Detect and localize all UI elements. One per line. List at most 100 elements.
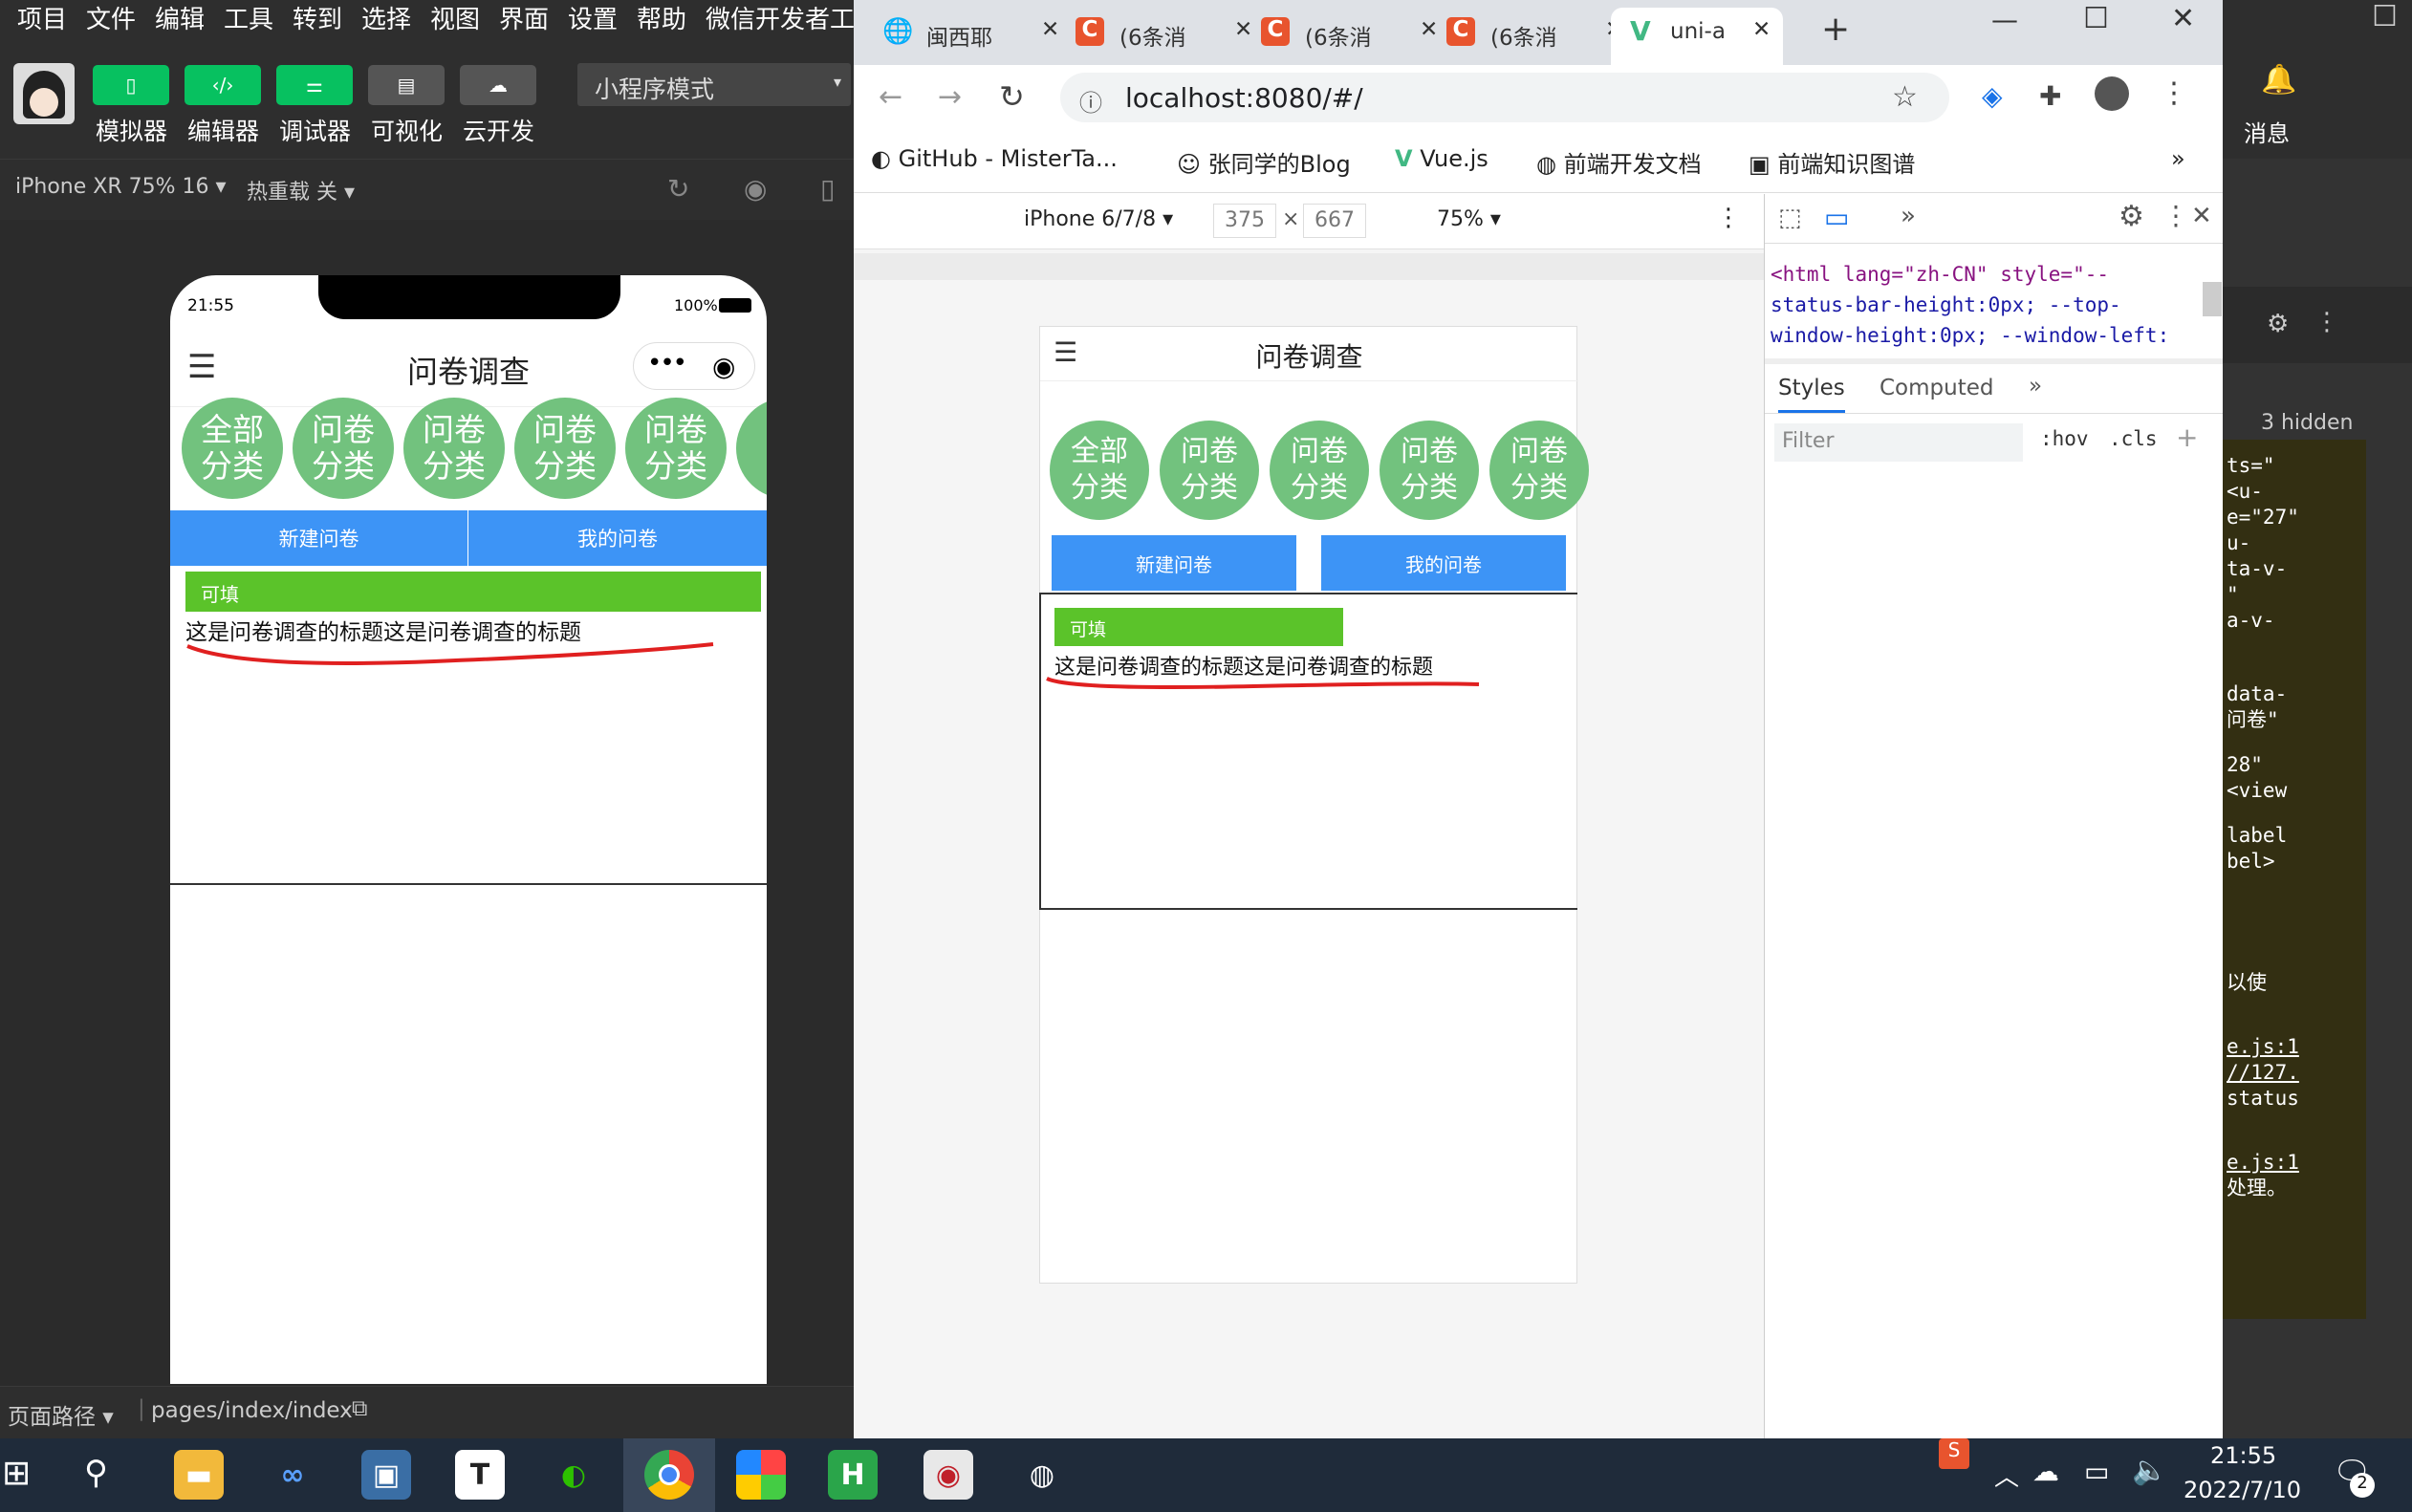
menu-tools[interactable]: 工具	[224, 0, 273, 35]
category-item[interactable]: 问卷 分类	[1160, 421, 1259, 520]
category-item[interactable]: 问卷 分类	[625, 398, 727, 499]
category-item[interactable]: 问卷 分类	[293, 398, 394, 499]
new-survey-button[interactable]: 新建问卷	[170, 510, 467, 566]
profile-icon[interactable]	[2095, 76, 2129, 111]
close-target-icon[interactable]: ◉	[712, 351, 735, 382]
inspect-icon[interactable]: ⬚	[1778, 204, 1802, 232]
tab-1[interactable]: 🌐 闽西耶 ✕	[882, 8, 1064, 65]
menu-file[interactable]: 文件	[86, 0, 136, 35]
simulator-button[interactable]: ▯	[93, 65, 169, 105]
extension-layers-icon[interactable]: ◈	[1982, 80, 2003, 112]
chevron-right-icon[interactable]: »	[2171, 145, 2185, 172]
my-survey-button[interactable]: 我的问卷	[1321, 535, 1566, 591]
menu-goto[interactable]: 转到	[293, 0, 342, 35]
remote-desktop-icon[interactable]: ▣	[361, 1450, 411, 1500]
back-icon[interactable]: ←	[879, 80, 902, 114]
page-path-label[interactable]: 页面路径 ▾	[8, 1398, 114, 1431]
new-tab-icon[interactable]: +	[1821, 10, 1850, 49]
volume-icon[interactable]: 🔈	[2132, 1454, 2167, 1487]
source-link[interactable]: //127.	[2227, 1060, 2362, 1086]
bookmark-vue[interactable]: V Vue.js	[1395, 145, 1488, 172]
tab-2[interactable]: C (6条消 ✕	[1076, 8, 1257, 65]
bell-icon[interactable]: 🔔	[2261, 63, 2296, 97]
menu-help[interactable]: 帮助	[637, 0, 686, 35]
bookmark-blog[interactable]: ☺ 张同学的Blog	[1177, 145, 1351, 179]
menu-settings[interactable]: 设置	[568, 0, 618, 35]
tab-4[interactable]: C (6条消 ✕	[1446, 8, 1628, 65]
typora-icon[interactable]: T	[455, 1450, 505, 1500]
close-icon[interactable]: ✕	[1234, 17, 1252, 42]
game-app-icon[interactable]: ◉	[924, 1450, 973, 1500]
cls-button[interactable]: .cls	[2109, 427, 2158, 450]
category-item[interactable]: 全部 分类	[182, 398, 283, 499]
kebab-menu-icon[interactable]: ⋮	[2160, 76, 2188, 110]
search-icon[interactable]: ⚲	[84, 1454, 108, 1492]
avatar[interactable]	[13, 63, 75, 124]
menu-edit[interactable]: 编辑	[155, 0, 205, 35]
wechat-icon[interactable]: ◐	[549, 1450, 598, 1500]
source-link[interactable]: e.js:1	[2227, 1034, 2362, 1060]
height-input[interactable]: 667	[1303, 204, 1366, 238]
menu-interface[interactable]: 界面	[499, 0, 549, 35]
device-toggle-icon[interactable]: ▭	[1824, 202, 1849, 233]
address-bar[interactable]: ⓘ localhost:8080/#/ ☆	[1060, 73, 1949, 122]
refresh-icon[interactable]: ↻	[667, 173, 689, 205]
phone-frame-icon[interactable]: ▯	[820, 173, 835, 205]
styles-filter-input[interactable]: Filter	[1774, 423, 2023, 462]
category-item[interactable]: 问卷 分类	[514, 398, 616, 499]
puzzle-icon[interactable]: ✚	[2039, 80, 2061, 112]
forward-icon[interactable]: →	[938, 80, 962, 114]
record-icon[interactable]: ◉	[744, 173, 767, 205]
wechat-devtools-icon[interactable]: ◍	[1017, 1450, 1067, 1500]
elements-tree[interactable]: <html lang="zh-CN" style="-- status-bar-…	[1765, 244, 2205, 358]
chevron-up-icon[interactable]: ︿	[1994, 1458, 2019, 1493]
kebab-menu-icon[interactable]: ⋮	[2162, 200, 2189, 231]
clock-time[interactable]: 21:55	[2210, 1442, 2276, 1469]
info-icon[interactable]: ⓘ	[1079, 84, 1102, 118]
windows-start-icon[interactable]: ⊞	[2, 1454, 31, 1493]
more-icon[interactable]: •••	[647, 349, 687, 378]
ime-icon[interactable]: S	[1939, 1438, 1969, 1469]
menu-select[interactable]: 选择	[361, 0, 411, 35]
category-item[interactable]: 问卷 分类	[403, 398, 505, 499]
more-tabs-icon[interactable]: »	[1901, 202, 1916, 230]
gear-icon[interactable]: ⚙	[2119, 200, 2144, 233]
bookmark-github[interactable]: ◐ GitHub - MisterTa...	[871, 145, 1118, 172]
editor-button[interactable]: ‹/›	[185, 65, 261, 105]
kebab-menu-icon[interactable]: ⋮	[2314, 308, 2339, 336]
menu-wechat-devtools[interactable]: 微信开发者工	[706, 0, 855, 35]
device-select[interactable]: iPhone XR 75% 16 ▾	[15, 175, 227, 199]
my-survey-button[interactable]: 我的问卷	[468, 510, 767, 566]
debugger-button[interactable]: ⚌	[276, 65, 353, 105]
close-icon[interactable]: ✕	[1041, 17, 1059, 42]
copy-icon[interactable]: ⧉	[352, 1396, 367, 1421]
capsule-button[interactable]: ••• ◉	[633, 342, 755, 390]
chrome-taskbar-active[interactable]	[623, 1438, 715, 1512]
minimize-icon[interactable]: —	[1991, 4, 2018, 35]
hot-reload-toggle[interactable]: 热重载 关 ▾	[247, 175, 355, 205]
width-input[interactable]: 375	[1213, 204, 1276, 238]
msg-label[interactable]: 消息	[2244, 115, 2290, 148]
source-link[interactable]: e.js:1	[2227, 1150, 2362, 1176]
tab-active[interactable]: V uni-a ✕	[1611, 8, 1783, 65]
visual-button[interactable]: ▤	[368, 65, 445, 105]
colorful-app-icon[interactable]	[736, 1450, 786, 1500]
close-icon[interactable]: ✕	[1420, 17, 1438, 42]
zoom-select[interactable]: 75% ▾	[1437, 207, 1501, 231]
category-item[interactable]: 全部 分类	[1050, 421, 1149, 520]
close-icon[interactable]: ✕	[1752, 17, 1771, 42]
maximize-icon[interactable]: ☐	[2372, 0, 2398, 33]
tab-3[interactable]: C (6条消 ✕	[1261, 8, 1443, 65]
baidu-netdisk-icon[interactable]: ∞	[268, 1450, 317, 1500]
menu-view[interactable]: 视图	[430, 0, 480, 35]
tab-styles[interactable]: Styles	[1778, 376, 1845, 413]
category-item[interactable]: 问卷 分类	[1270, 421, 1369, 520]
category-item[interactable]: 问卷 分类	[1380, 421, 1479, 520]
onedrive-cloud-icon[interactable]: ☁	[2032, 1456, 2059, 1487]
maximize-icon[interactable]: ☐	[2083, 2, 2109, 35]
reload-icon[interactable]: ↻	[999, 78, 1025, 115]
device-select[interactable]: iPhone 6/7/8 ▾	[1024, 207, 1173, 231]
menu-project[interactable]: 项目	[17, 0, 67, 35]
category-item[interactable]: 问卷 分类	[1489, 421, 1589, 520]
media-query-bar[interactable]	[854, 253, 1764, 280]
